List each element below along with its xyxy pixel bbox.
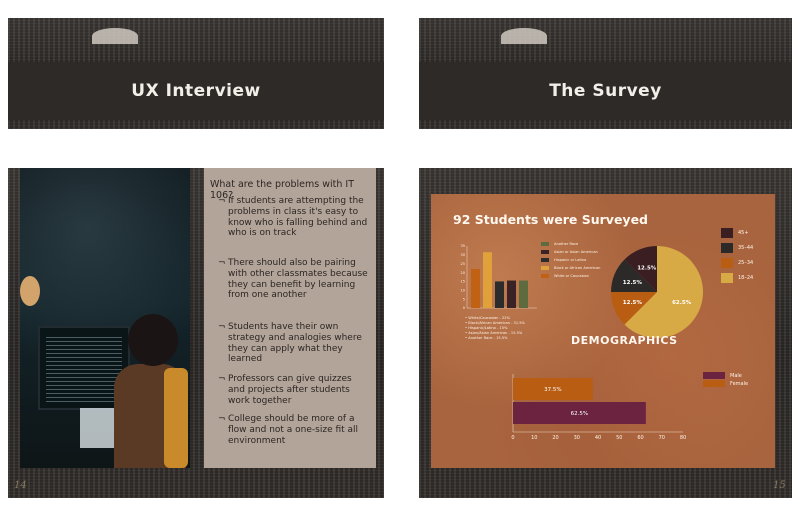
y-tick-label: 10 — [461, 288, 465, 292]
x-tick-label: 40 — [595, 435, 601, 441]
legend-label: Asian or Asian American — [554, 250, 598, 254]
slide-problems[interactable]: What are the problems with IT 106? ¬ If … — [8, 168, 384, 498]
bullet-marker: ¬ — [218, 414, 226, 424]
problem-bullet: ¬ There should also be pairing with othe… — [218, 258, 368, 301]
bullet-marker: ¬ — [218, 374, 226, 384]
legend-swatch — [721, 243, 733, 253]
bullet-marker: ¬ — [218, 258, 226, 268]
lamp-decoration — [501, 28, 547, 44]
slide-the-survey[interactable]: The Survey — [419, 18, 792, 129]
y-tick-label: 35 — [461, 244, 465, 248]
gender-legend-item: Male — [703, 372, 742, 379]
problems-text-panel: What are the problems with IT 106? ¬ If … — [204, 168, 376, 468]
legend-label: 45+ — [738, 230, 749, 236]
lamp-decoration — [92, 28, 138, 44]
x-tick-label: 30 — [574, 435, 580, 441]
legend-label: Black or African American — [554, 266, 601, 270]
problem-bullet: ¬ Students have their own strategy and a… — [218, 322, 362, 365]
bar — [471, 269, 480, 308]
x-tick-label: 0 — [511, 435, 514, 441]
legend-swatch — [721, 228, 733, 238]
y-tick-label: 0 — [463, 306, 465, 310]
demographics-title: DEMOGRAPHICS — [571, 334, 678, 347]
plant-image — [20, 276, 40, 306]
legend-swatch — [541, 266, 549, 270]
legend-label: 25–34 — [738, 260, 754, 266]
bar — [483, 252, 492, 308]
y-tick-label: 25 — [461, 262, 465, 266]
pie-label: 62.5% — [672, 300, 692, 306]
slide-ux-interview[interactable]: UX Interview — [8, 18, 384, 129]
race-legend-item: Black or African American — [541, 266, 600, 270]
bar-label: 62.5% — [571, 411, 588, 417]
y-tick-label: 15 — [461, 280, 465, 284]
bar-label: 37.5% — [544, 387, 561, 393]
problem-bullet: ¬ Professors can give quizzes and projec… — [218, 374, 352, 406]
problem-bullet: ¬ College should be more of a flow and n… — [218, 414, 359, 446]
pie-label: 12.5% — [623, 300, 643, 306]
legend-swatch — [541, 274, 549, 278]
gender-legend-item: Female — [703, 380, 748, 387]
pie-label: 12.5% — [637, 265, 657, 271]
legend-swatch — [721, 273, 733, 283]
problem-bullet: ¬ If students are attempting the problem… — [218, 196, 368, 239]
bar — [519, 280, 528, 308]
x-tick-label: 20 — [552, 435, 558, 441]
race-legend-item: White or Caucasian — [541, 274, 589, 278]
chair-image — [164, 368, 188, 468]
x-tick-label: 70 — [659, 435, 665, 441]
race-bar-chart: 35 30 25 20 15 10 5 0 — [461, 244, 537, 310]
x-tick-label: 80 — [680, 435, 686, 441]
legend-label: Hispanic or Latino — [554, 258, 587, 262]
race-note: • Another Race - 15.5% — [465, 336, 508, 340]
bar — [495, 281, 504, 308]
x-tick-label: 10 — [531, 435, 537, 441]
y-tick-label: 30 — [461, 253, 465, 257]
slide-title: UX Interview — [131, 81, 261, 101]
legend-swatch — [721, 258, 733, 268]
bullet-marker: ¬ — [218, 196, 226, 206]
race-note: • White/Caucasian - 22% — [465, 316, 511, 320]
y-tick-label: 5 — [463, 297, 465, 301]
legend-label: Another Race — [554, 242, 579, 246]
demographics-panel: 92 Students were Surveyed 35 30 25 20 15 10 5 0… — [431, 194, 775, 468]
race-note: • Asian/Asian American - 15.5% — [465, 331, 523, 335]
title-band: The Survey — [419, 62, 792, 120]
slide-title: The Survey — [549, 81, 662, 101]
age-legend-item: 18–24 — [721, 273, 753, 283]
person-head-image — [128, 314, 178, 366]
x-tick-label: 60 — [637, 435, 643, 441]
race-note: • Hispanic/Latino - 15% — [465, 326, 508, 330]
pie-label: 12.5% — [623, 280, 643, 286]
race-note: • Black/African American - 31.5% — [465, 321, 525, 325]
bullet-marker: ¬ — [218, 322, 226, 332]
age-legend-item: 25–34 — [721, 258, 753, 268]
legend-swatch — [541, 250, 549, 254]
page-number: 15 — [773, 480, 786, 491]
legend-swatch — [703, 372, 725, 379]
y-tick-label: 20 — [461, 271, 465, 275]
x-tick-label: 50 — [616, 435, 622, 441]
survey-count-title: 92 Students were Surveyed — [453, 212, 649, 227]
bar — [507, 280, 516, 308]
office-photo — [20, 168, 190, 468]
gender-bar-chart: 0 10 20 30 40 50 60 70 80 37.5% 62.5% — [511, 374, 686, 441]
slide-demographics[interactable]: 92 Students were Surveyed 35 30 25 20 15 10 5 0… — [419, 168, 792, 498]
race-legend-item: Asian or Asian American — [541, 250, 598, 254]
page-number: 14 — [14, 480, 27, 491]
legend-label: White or Caucasian — [554, 274, 589, 278]
legend-swatch — [541, 242, 549, 246]
race-legend-item: Another Race — [541, 242, 578, 246]
age-legend-item: 35–44 — [721, 243, 753, 253]
legend-label: Male — [730, 372, 742, 379]
legend-swatch — [541, 258, 549, 262]
race-legend-item: Hispanic or Latino — [541, 258, 586, 262]
title-band: UX Interview — [8, 62, 384, 120]
legend-label: 35–44 — [738, 245, 754, 251]
legend-swatch — [703, 380, 725, 387]
age-legend-item: 45+ — [721, 228, 749, 238]
legend-label: 18–24 — [738, 275, 754, 281]
legend-label: Female — [730, 380, 749, 387]
